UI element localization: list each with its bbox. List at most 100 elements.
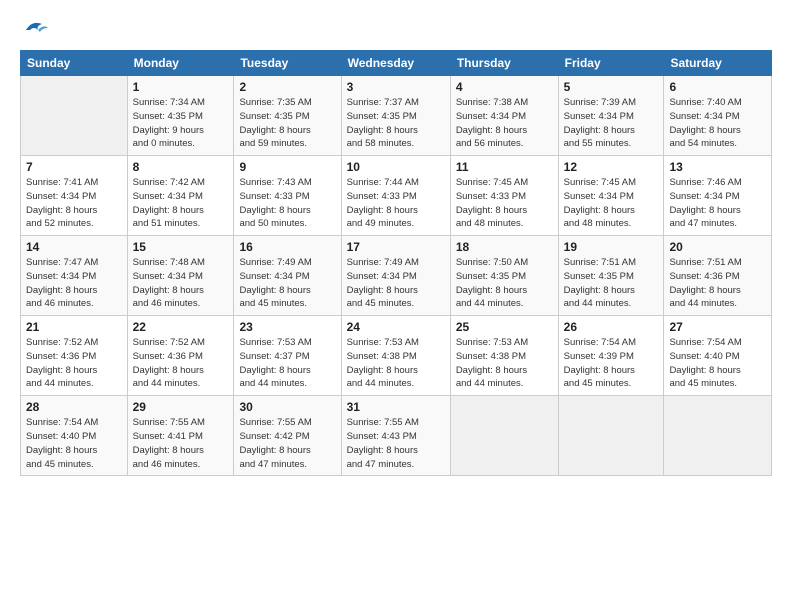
day-info: Sunrise: 7:53 AM Sunset: 4:37 PM Dayligh… — [239, 336, 335, 391]
calendar-cell: 27Sunrise: 7:54 AM Sunset: 4:40 PM Dayli… — [664, 316, 772, 396]
day-number: 11 — [456, 160, 553, 174]
day-info: Sunrise: 7:42 AM Sunset: 4:34 PM Dayligh… — [133, 176, 229, 231]
calendar-cell — [21, 76, 128, 156]
calendar-cell — [558, 396, 664, 476]
calendar-cell: 18 Sunrise: 7:50 AM Sunset: 4:35 PM Dayli… — [450, 236, 558, 316]
day-info: Sunrise: 7:52 AM Sunset: 4:36 PM Dayligh… — [133, 336, 229, 391]
day-info: Sunrise: 7:55 AM Sunset: 4:41 PM Dayligh… — [133, 416, 229, 471]
day-number: 7 — [26, 160, 122, 174]
calendar-cell: 4 Sunrise: 7:38 AM Sunset: 4:34 PM Daylig… — [450, 76, 558, 156]
day-info: Sunrise: 7:50 AM Sunset: 4:35 PM Dayligh… — [456, 256, 553, 311]
calendar-cell: 17Sunrise: 7:49 AM Sunset: 4:34 PM Dayli… — [341, 236, 450, 316]
calendar-cell: 14Sunrise: 7:47 AM Sunset: 4:34 PM Dayli… — [21, 236, 128, 316]
day-info: Sunrise: 7:55 AM Sunset: 4:43 PM Dayligh… — [347, 416, 445, 471]
day-info: Sunrise: 7:54 AM Sunset: 4:40 PM Dayligh… — [669, 336, 766, 391]
calendar-cell: 30 Sunrise: 7:55 AM Sunset: 4:42 PM Dayli… — [234, 396, 341, 476]
day-info: Sunrise: 7:38 AM Sunset: 4:34 PM Dayligh… — [456, 96, 553, 151]
calendar-cell: 21 Sunrise: 7:52 AM Sunset: 4:36 PM Dayli… — [21, 316, 128, 396]
day-info: Sunrise: 7:48 AM Sunset: 4:34 PM Dayligh… — [133, 256, 229, 311]
calendar-cell: 11 Sunrise: 7:45 AM Sunset: 4:33 PM Dayli… — [450, 156, 558, 236]
calendar-week-row: 28Sunrise: 7:54 AM Sunset: 4:40 PM Dayli… — [21, 396, 772, 476]
day-number: 5 — [564, 80, 659, 94]
calendar-cell: 5 Sunrise: 7:39 AM Sunset: 4:34 PM Daylig… — [558, 76, 664, 156]
day-info: Sunrise: 7:46 AM Sunset: 4:34 PM Dayligh… — [669, 176, 766, 231]
day-info: Sunrise: 7:49 AM Sunset: 4:34 PM Dayligh… — [239, 256, 335, 311]
day-info: Sunrise: 7:41 AM Sunset: 4:34 PM Dayligh… — [26, 176, 122, 231]
calendar-week-row: 21 Sunrise: 7:52 AM Sunset: 4:36 PM Dayli… — [21, 316, 772, 396]
day-number: 19 — [564, 240, 659, 254]
calendar-week-row: 7 Sunrise: 7:41 AM Sunset: 4:34 PM Daylig… — [21, 156, 772, 236]
calendar-cell: 20Sunrise: 7:51 AM Sunset: 4:36 PM Dayli… — [664, 236, 772, 316]
calendar-table: SundayMondayTuesdayWednesdayThursdayFrid… — [20, 50, 772, 476]
calendar-cell: 15 Sunrise: 7:48 AM Sunset: 4:34 PM Dayli… — [127, 236, 234, 316]
calendar-cell — [450, 396, 558, 476]
calendar-cell: 31Sunrise: 7:55 AM Sunset: 4:43 PM Dayli… — [341, 396, 450, 476]
day-number: 2 — [239, 80, 335, 94]
day-number: 22 — [133, 320, 229, 334]
day-number: 18 — [456, 240, 553, 254]
calendar-cell: 3 Sunrise: 7:37 AM Sunset: 4:35 PM Daylig… — [341, 76, 450, 156]
calendar-cell — [664, 396, 772, 476]
day-info: Sunrise: 7:39 AM Sunset: 4:34 PM Dayligh… — [564, 96, 659, 151]
day-number: 10 — [347, 160, 445, 174]
day-number: 13 — [669, 160, 766, 174]
day-info: Sunrise: 7:53 AM Sunset: 4:38 PM Dayligh… — [456, 336, 553, 391]
calendar-cell: 2 Sunrise: 7:35 AM Sunset: 4:35 PM Daylig… — [234, 76, 341, 156]
calendar-cell: 24 Sunrise: 7:53 AM Sunset: 4:38 PM Dayli… — [341, 316, 450, 396]
day-info: Sunrise: 7:49 AM Sunset: 4:34 PM Dayligh… — [347, 256, 445, 311]
day-number: 21 — [26, 320, 122, 334]
calendar-cell: 19 Sunrise: 7:51 AM Sunset: 4:35 PM Dayli… — [558, 236, 664, 316]
day-number: 14 — [26, 240, 122, 254]
col-header-sunday: Sunday — [21, 51, 128, 76]
calendar-cell: 12Sunrise: 7:45 AM Sunset: 4:34 PM Dayli… — [558, 156, 664, 236]
calendar-cell: 1Sunrise: 7:34 AM Sunset: 4:35 PM Daylig… — [127, 76, 234, 156]
day-number: 15 — [133, 240, 229, 254]
calendar-cell: 29 Sunrise: 7:55 AM Sunset: 4:41 PM Dayli… — [127, 396, 234, 476]
day-number: 26 — [564, 320, 659, 334]
calendar-cell: 13 Sunrise: 7:46 AM Sunset: 4:34 PM Dayli… — [664, 156, 772, 236]
page: SundayMondayTuesdayWednesdayThursdayFrid… — [0, 0, 792, 612]
col-header-monday: Monday — [127, 51, 234, 76]
day-info: Sunrise: 7:37 AM Sunset: 4:35 PM Dayligh… — [347, 96, 445, 151]
calendar-week-row: 14Sunrise: 7:47 AM Sunset: 4:34 PM Dayli… — [21, 236, 772, 316]
calendar-week-row: 1Sunrise: 7:34 AM Sunset: 4:35 PM Daylig… — [21, 76, 772, 156]
day-number: 25 — [456, 320, 553, 334]
day-number: 6 — [669, 80, 766, 94]
day-number: 30 — [239, 400, 335, 414]
calendar-cell: 28Sunrise: 7:54 AM Sunset: 4:40 PM Dayli… — [21, 396, 128, 476]
calendar-cell: 8 Sunrise: 7:42 AM Sunset: 4:34 PM Daylig… — [127, 156, 234, 236]
calendar-cell: 25 Sunrise: 7:53 AM Sunset: 4:38 PM Dayli… — [450, 316, 558, 396]
header — [20, 16, 772, 40]
day-info: Sunrise: 7:55 AM Sunset: 4:42 PM Dayligh… — [239, 416, 335, 471]
col-header-friday: Friday — [558, 51, 664, 76]
day-info: Sunrise: 7:51 AM Sunset: 4:35 PM Dayligh… — [564, 256, 659, 311]
col-header-thursday: Thursday — [450, 51, 558, 76]
day-number: 23 — [239, 320, 335, 334]
day-info: Sunrise: 7:53 AM Sunset: 4:38 PM Dayligh… — [347, 336, 445, 391]
calendar-cell: 26 Sunrise: 7:54 AM Sunset: 4:39 PM Dayli… — [558, 316, 664, 396]
calendar-header-row: SundayMondayTuesdayWednesdayThursdayFrid… — [21, 51, 772, 76]
col-header-wednesday: Wednesday — [341, 51, 450, 76]
day-info: Sunrise: 7:54 AM Sunset: 4:39 PM Dayligh… — [564, 336, 659, 391]
day-number: 4 — [456, 80, 553, 94]
day-number: 16 — [239, 240, 335, 254]
day-number: 12 — [564, 160, 659, 174]
day-number: 3 — [347, 80, 445, 94]
day-info: Sunrise: 7:52 AM Sunset: 4:36 PM Dayligh… — [26, 336, 122, 391]
day-info: Sunrise: 7:34 AM Sunset: 4:35 PM Dayligh… — [133, 96, 229, 151]
logo-bird-icon — [22, 16, 50, 44]
day-number: 9 — [239, 160, 335, 174]
calendar-cell: 23 Sunrise: 7:53 AM Sunset: 4:37 PM Dayli… — [234, 316, 341, 396]
day-number: 24 — [347, 320, 445, 334]
day-number: 8 — [133, 160, 229, 174]
day-info: Sunrise: 7:51 AM Sunset: 4:36 PM Dayligh… — [669, 256, 766, 311]
col-header-saturday: Saturday — [664, 51, 772, 76]
logo — [20, 16, 50, 40]
day-info: Sunrise: 7:45 AM Sunset: 4:33 PM Dayligh… — [456, 176, 553, 231]
calendar-cell: 22 Sunrise: 7:52 AM Sunset: 4:36 PM Dayli… — [127, 316, 234, 396]
day-info: Sunrise: 7:35 AM Sunset: 4:35 PM Dayligh… — [239, 96, 335, 151]
day-info: Sunrise: 7:43 AM Sunset: 4:33 PM Dayligh… — [239, 176, 335, 231]
day-info: Sunrise: 7:44 AM Sunset: 4:33 PM Dayligh… — [347, 176, 445, 231]
day-number: 29 — [133, 400, 229, 414]
calendar-cell: 16 Sunrise: 7:49 AM Sunset: 4:34 PM Dayli… — [234, 236, 341, 316]
